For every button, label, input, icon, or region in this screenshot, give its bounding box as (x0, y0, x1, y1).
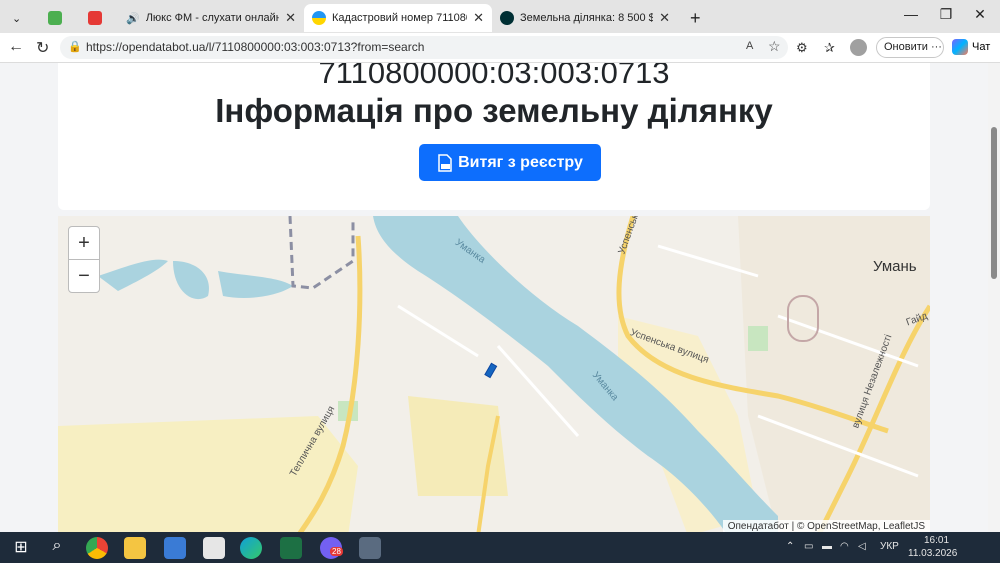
boundary-line (288, 216, 355, 290)
minimize-icon[interactable]: — (897, 6, 925, 22)
tab-bar: ⌄ 🔊 Люкс ФМ - слухати онлайн м ✕ Кадастр… (0, 0, 1000, 33)
tab-title: Кадастровий номер 7110800000: (332, 12, 467, 24)
language-indicator[interactable]: УКР (880, 541, 899, 552)
map-label-city: Умань (873, 258, 917, 275)
app-icon (88, 11, 102, 25)
store-icon[interactable] (164, 537, 186, 559)
cadastral-number: 7110800000:03:003:0713 (318, 63, 670, 90)
header-card: 7110800000:03:003:0713 Інформація про зе… (58, 63, 930, 210)
update-label: Оновити (884, 41, 928, 53)
tab-olx[interactable]: Земельна ділянка: 8 500 $ - Продаж ✕ (492, 4, 678, 32)
close-icon[interactable]: ✕ (473, 10, 484, 26)
map-tiles (58, 216, 930, 532)
address-bar: ← ↻ 🔒 https://opendatabot.ua/l/711080000… (0, 33, 1000, 63)
chrome-icon[interactable] (86, 537, 108, 559)
viber-icon[interactable]: 28 (320, 537, 343, 559)
extensions-icon[interactable]: ⚙ (796, 40, 808, 56)
volume-icon[interactable]: ◁ (858, 541, 866, 552)
edge-icon[interactable] (240, 537, 262, 559)
tab-lux-fm[interactable]: 🔊 Люкс ФМ - слухати онлайн м ✕ (118, 4, 304, 32)
windows-start-icon[interactable]: ⊞ (10, 537, 32, 559)
tab-list-button[interactable]: ⌄ (4, 4, 30, 32)
tab-cadastral[interactable]: Кадастровий номер 7110800000: ✕ (304, 4, 492, 32)
restore-icon[interactable]: ❐ (932, 6, 960, 23)
copilot-icon[interactable] (952, 39, 968, 55)
map[interactable]: Умань Уманка Уманка Успенська вулиця Теп… (58, 216, 930, 532)
new-tab-button[interactable]: + (682, 4, 712, 32)
favorite-star-icon[interactable]: ☆ (768, 38, 781, 55)
land-plot-marker[interactable] (484, 362, 498, 379)
opendatabot-icon (312, 11, 326, 25)
url-text: https://opendatabot.ua/l/7110800000:03:0… (86, 40, 425, 54)
file-explorer-icon[interactable] (124, 537, 146, 559)
chat-label[interactable]: Чат (972, 41, 990, 53)
scrollbar-thumb[interactable] (991, 127, 997, 279)
mail-icon[interactable] (203, 537, 225, 559)
search-icon[interactable]: ⌕ (46, 537, 68, 559)
wifi-icon[interactable]: ◠ (840, 541, 849, 552)
viber-badge: 28 (330, 547, 343, 556)
read-aloud-icon[interactable]: A (746, 40, 753, 52)
chevron-down-icon: ⌄ (12, 12, 22, 25)
pond (98, 259, 168, 291)
excel-icon[interactable] (280, 537, 302, 559)
more-icon: ··· (930, 41, 942, 53)
page-viewport: 7110800000:03:003:0713 Інформація про зе… (0, 63, 988, 532)
app-icon[interactable] (359, 537, 381, 559)
speaker-icon: 🔊 (126, 12, 140, 25)
meet-icon[interactable]: ▭ (804, 541, 813, 552)
update-button[interactable]: Оновити ··· (876, 37, 944, 58)
profile-avatar[interactable] (850, 39, 867, 56)
map-attribution[interactable]: Опендатабот | © OpenStreetMap, LeafletJS (722, 520, 930, 532)
tab-title: Земельна ділянка: 8 500 $ - Продаж (520, 12, 654, 24)
clock-time[interactable]: 16:01 (924, 535, 949, 546)
page-title: Інформація про земельну ділянку (215, 92, 773, 129)
page-scrollbar[interactable] (988, 63, 1000, 532)
registry-extract-button[interactable]: Витяг з реєстру (419, 144, 601, 181)
tab-pinned-2[interactable] (80, 4, 114, 32)
close-window-icon[interactable]: ✕ (966, 6, 994, 23)
tray-overflow-icon[interactable]: ⌃ (786, 541, 794, 552)
park (748, 326, 768, 351)
zoom-out-button[interactable]: − (68, 259, 100, 293)
battery-icon[interactable]: ▬ (822, 541, 832, 552)
close-icon[interactable]: ✕ (659, 10, 670, 26)
olx-icon (500, 11, 514, 25)
pond (173, 261, 209, 300)
back-arrow-icon[interactable]: ← (8, 38, 24, 56)
pdf-icon (438, 153, 452, 172)
clock-date[interactable]: 11.03.2026 (908, 548, 957, 559)
url-field[interactable]: 🔒 https://opendatabot.ua/l/7110800000:03… (60, 36, 788, 59)
zoom-in-button[interactable]: + (68, 226, 100, 260)
tab-title: Люкс ФМ - слухати онлайн м (145, 12, 280, 24)
tab-pinned-1[interactable] (40, 4, 74, 32)
site-info-icon[interactable]: 🔒 (68, 40, 82, 53)
close-icon[interactable]: ✕ (285, 10, 296, 26)
taskbar: ⊞ ⌕ 28 ⌃ ▭ ▬ ◠ ◁ УКР 16:01 11.03.2026 (0, 532, 1000, 563)
favorites-icon[interactable]: ✰ (824, 40, 835, 56)
pond (218, 271, 293, 298)
plus-icon (48, 11, 62, 25)
registry-extract-label: Витяг з реєстру (458, 153, 583, 171)
refresh-icon[interactable]: ↻ (36, 38, 49, 58)
